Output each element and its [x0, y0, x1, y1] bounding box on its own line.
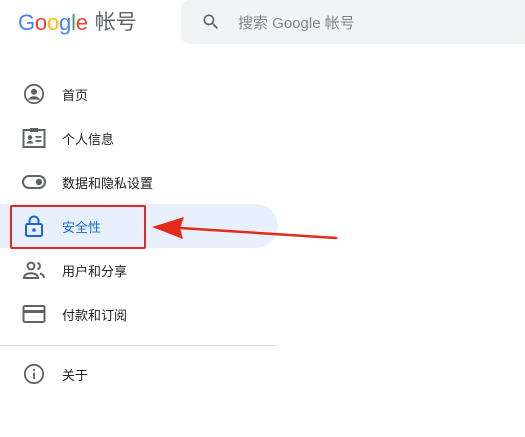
sidebar-item-label: 安全性 — [62, 219, 102, 235]
sidebar-item-label: 首页 — [62, 87, 89, 103]
sidebar-item-label: 个人信息 — [62, 131, 115, 147]
credit-card-icon — [22, 302, 46, 326]
sidebar-item-payments[interactable]: 付款和订阅 — [0, 292, 278, 336]
sidebar-item-home[interactable]: 首页 — [0, 72, 278, 116]
toggle-icon — [22, 170, 46, 194]
logo-letter: o — [46, 10, 60, 35]
search-bar[interactable]: 搜索 Google 帐号 — [181, 0, 525, 44]
sidebar-item-label: 数据和隐私设置 — [62, 175, 154, 191]
search-input[interactable]: 搜索 Google 帐号 — [238, 12, 355, 33]
logo-letter: e — [75, 10, 88, 35]
logo-letter: G — [18, 10, 35, 35]
sidebar-item-label: 关于 — [62, 367, 89, 383]
people-icon — [22, 258, 46, 282]
account-circle-icon — [22, 82, 46, 106]
sidebar-divider — [0, 345, 278, 346]
sidebar-item-about[interactable]: 关于 — [0, 352, 278, 396]
info-icon — [22, 362, 46, 386]
search-icon[interactable] — [201, 12, 221, 32]
sidebar-item-people-sharing[interactable]: 用户和分享 — [0, 248, 278, 292]
sidebar-nav: 首页 个人信息 数据和隐私设置 安全性 用户和分享 付款和订阅 关于 — [0, 72, 278, 396]
lock-icon — [22, 214, 46, 238]
logo-product-name: 帐号 — [94, 11, 137, 34]
sidebar-item-personal-info[interactable]: 个人信息 — [0, 116, 278, 160]
logo-letter: o — [34, 10, 47, 35]
sidebar-item-data-privacy[interactable]: 数据和隐私设置 — [0, 160, 278, 204]
logo-letter: g — [59, 10, 72, 35]
sidebar-item-label: 付款和订阅 — [62, 307, 128, 323]
google-account-page: Google 帐号 搜索 Google 帐号 首页 个人信息 数据和隐私设置 安… — [0, 0, 525, 437]
id-card-icon — [22, 126, 46, 150]
sidebar-item-label: 用户和分享 — [62, 263, 128, 279]
sidebar-item-security[interactable]: 安全性 — [0, 204, 278, 248]
google-account-logo[interactable]: Google 帐号 — [18, 9, 137, 37]
